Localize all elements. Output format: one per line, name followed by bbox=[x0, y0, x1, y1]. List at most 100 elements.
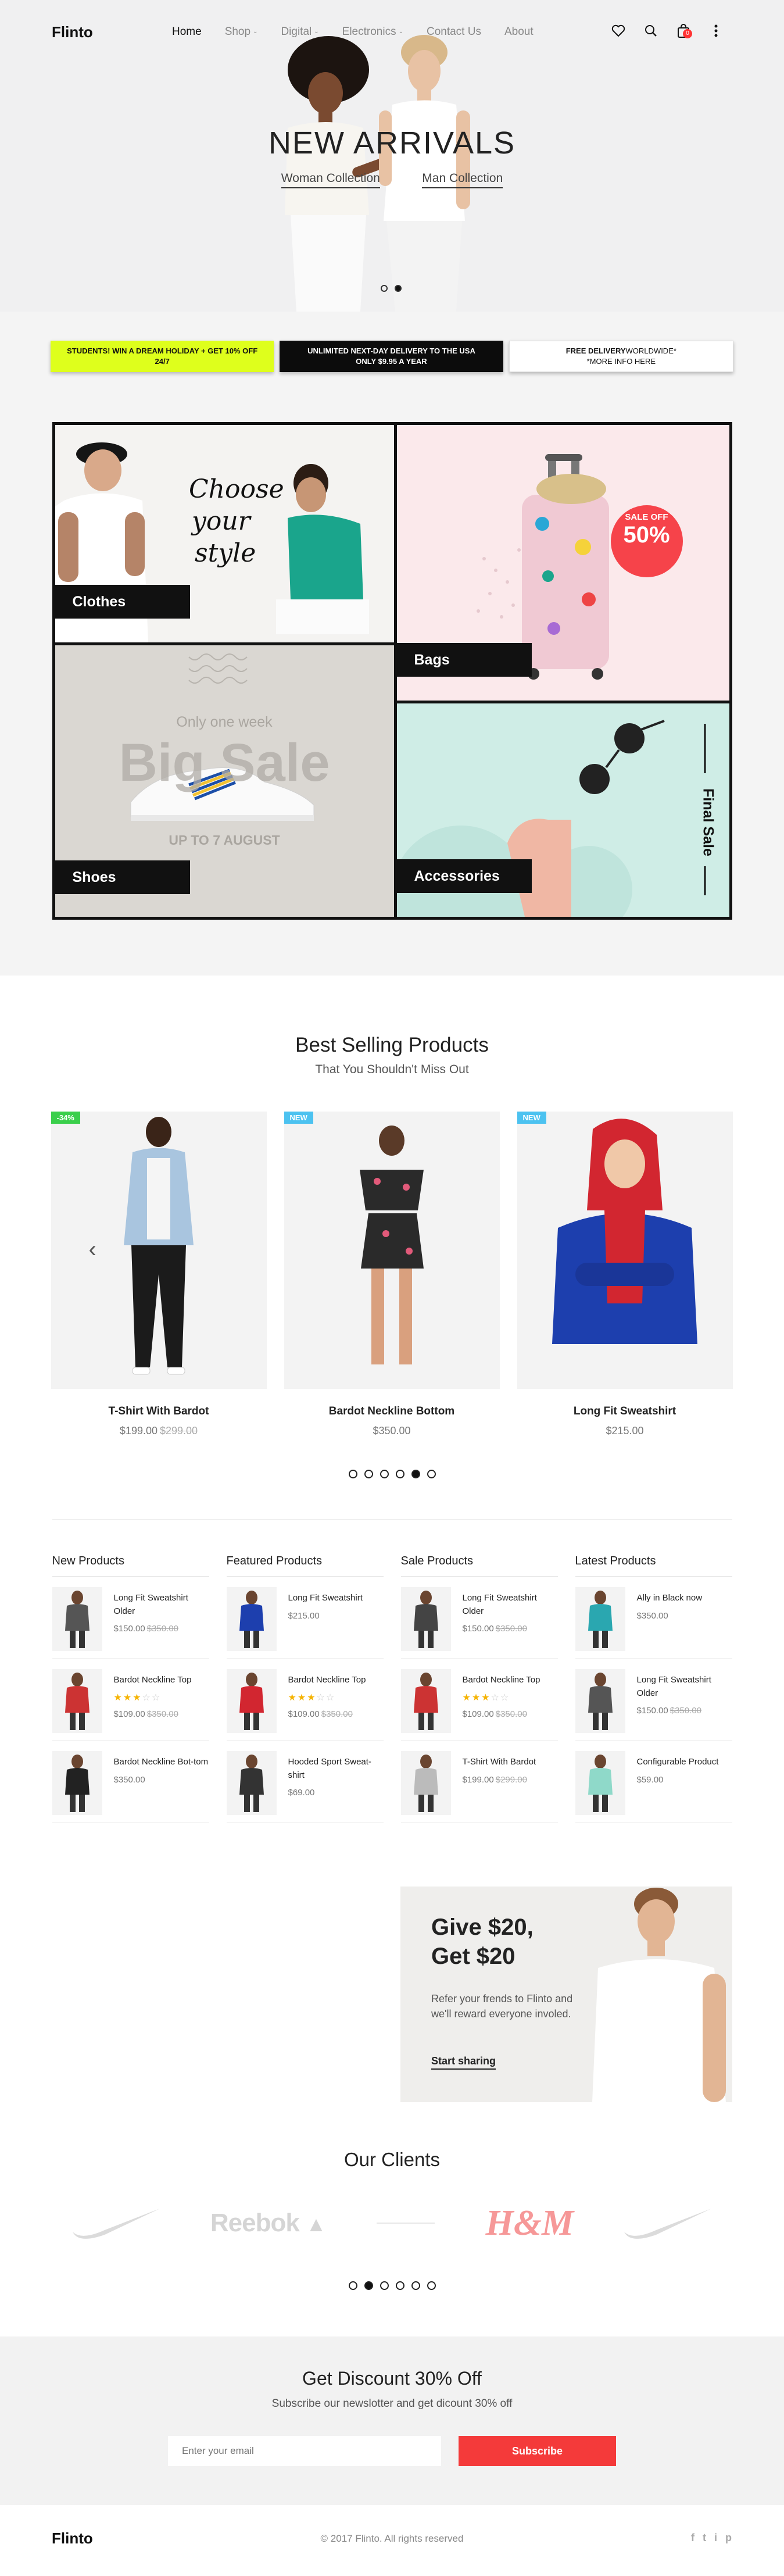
product-image[interactable]: NEW bbox=[517, 1112, 733, 1389]
list-item[interactable]: Long Fit Sweatshirt $215.00 bbox=[226, 1577, 384, 1659]
promo-students[interactable]: STUDENTS! WIN A DREAM HOLIDAY + GET 10% … bbox=[51, 341, 274, 372]
list-item[interactable]: Hooded Sport Sweat-shirt $69.00 bbox=[226, 1741, 384, 1823]
category-clothes[interactable]: Choose your style Clothes bbox=[55, 425, 394, 642]
heart-icon[interactable] bbox=[610, 22, 627, 40]
slider-dot[interactable] bbox=[381, 285, 388, 292]
product-image[interactable]: NEW bbox=[284, 1112, 500, 1389]
product-card[interactable]: -34% T-Shirt With Bardot $199.00 $299.00 bbox=[51, 1112, 267, 1437]
chevron-left-icon[interactable]: ‹ bbox=[89, 1237, 96, 1263]
list-item-image[interactable] bbox=[400, 1669, 451, 1733]
email-input[interactable] bbox=[168, 2436, 441, 2466]
list-item-name[interactable]: Ally in Black now bbox=[637, 1592, 703, 1605]
category-label-clothes[interactable]: Clothes bbox=[55, 585, 190, 619]
carousel-dot[interactable] bbox=[427, 2281, 436, 2290]
twitter-icon[interactable]: t bbox=[703, 2532, 706, 2544]
list-item[interactable]: Long Fit Sweatshirt Older $150.00 $350.00 bbox=[575, 1659, 732, 1741]
facebook-icon[interactable]: f bbox=[691, 2532, 694, 2544]
list-item-image[interactable] bbox=[52, 1669, 102, 1733]
category-label-bags[interactable]: Bags bbox=[396, 643, 532, 677]
list-item[interactable]: Long Fit Sweatshirt Older $150.00 $350.00 bbox=[52, 1577, 209, 1659]
category-shoes[interactable]: Only one week Big Sale UP TO 7 AUGUST Sh… bbox=[55, 645, 394, 917]
subscribe-button[interactable]: Subscribe bbox=[459, 2436, 616, 2466]
search-icon[interactable] bbox=[642, 22, 660, 40]
list-item-image[interactable] bbox=[226, 1751, 277, 1815]
list-item-name[interactable]: T-Shirt With Bardot bbox=[463, 1756, 536, 1769]
list-item-name[interactable]: Long Fit Sweatshirt bbox=[288, 1592, 363, 1605]
promo-free-delivery[interactable]: FREE DELIVERYWORLDWIDE* *MORE INFO HERE bbox=[509, 341, 733, 372]
product-name[interactable]: T-Shirt With Bardot bbox=[51, 1405, 267, 1418]
list-item-name[interactable]: Long Fit Sweatshirt Older bbox=[637, 1674, 732, 1700]
start-sharing-link[interactable]: Start sharing bbox=[431, 2055, 496, 2070]
list-item-name[interactable]: Bardot Neckline Top bbox=[288, 1674, 366, 1687]
carousel-dot[interactable] bbox=[364, 1470, 373, 1478]
list-item-image[interactable] bbox=[400, 1751, 451, 1815]
list-item[interactable]: Bardot Neckline Top ★★★☆☆ $109.00 $350.00 bbox=[52, 1659, 209, 1741]
slider-dot-active[interactable] bbox=[395, 285, 402, 292]
carousel-dot-active[interactable] bbox=[364, 2281, 373, 2290]
carousel-dot[interactable] bbox=[427, 1470, 436, 1478]
list-item-name[interactable]: Bardot Neckline Top bbox=[463, 1674, 540, 1687]
sale-percent: 50% bbox=[623, 522, 670, 548]
list-item[interactable]: Bardot Neckline Top ★★★☆☆ $109.00 $350.00 bbox=[226, 1659, 384, 1741]
price-current: $350.00 bbox=[636, 1610, 668, 1621]
list-item[interactable]: T-Shirt With Bardot $199.00 $299.00 bbox=[400, 1741, 558, 1823]
more-vertical-icon[interactable] bbox=[707, 22, 725, 40]
list-item-image[interactable] bbox=[400, 1587, 451, 1651]
product-name[interactable]: Bardot Neckline Bottom bbox=[284, 1405, 500, 1418]
carousel-dot[interactable] bbox=[348, 1470, 357, 1478]
carousel-dot[interactable] bbox=[380, 2281, 389, 2290]
list-item-name[interactable]: Hooded Sport Sweat-shirt bbox=[288, 1756, 384, 1782]
list-item-image[interactable] bbox=[575, 1587, 625, 1651]
category-bags[interactable]: SALE OFF 50% Bags bbox=[396, 425, 729, 701]
nav-digital[interactable]: Digital ⌄ bbox=[281, 26, 318, 38]
product-card[interactable]: NEW Bardot Neckline Bottom $350.00 bbox=[284, 1112, 500, 1437]
list-item[interactable]: Ally in Black now $350.00 bbox=[575, 1577, 732, 1659]
site-header: Flinto Home Shop ⌄ Digital ⌄ Electronics ⌄ … bbox=[0, 0, 784, 64]
list-item[interactable]: Long Fit Sweatshirt Older $150.00 $350.00 bbox=[400, 1577, 558, 1659]
pinterest-icon[interactable]: p bbox=[725, 2532, 732, 2544]
carousel-dot-active[interactable] bbox=[411, 1470, 420, 1478]
nav-contact[interactable]: Contact Us bbox=[427, 26, 481, 38]
list-item[interactable]: Bardot Neckline Bot-tom $350.00 bbox=[52, 1741, 209, 1823]
instagram-icon[interactable]: i bbox=[714, 2532, 717, 2544]
reebok-logo[interactable]: Reebok ▲ bbox=[210, 2209, 327, 2238]
carousel-dot[interactable] bbox=[411, 2281, 420, 2290]
list-item-name[interactable]: Bardot Neckline Top bbox=[114, 1674, 192, 1687]
woman-collection-link[interactable]: Woman Collection bbox=[281, 172, 380, 188]
list-item-name[interactable]: Long Fit Sweatshirt Older bbox=[463, 1592, 558, 1618]
nike-logo[interactable] bbox=[621, 2206, 714, 2241]
cart-icon[interactable]: 0 bbox=[675, 22, 692, 40]
list-item[interactable]: Configurable Product $59.00 bbox=[575, 1741, 732, 1823]
list-item[interactable]: Bardot Neckline Top ★★★☆☆ $109.00 $350.00 bbox=[400, 1659, 558, 1741]
carousel-dot[interactable] bbox=[395, 1470, 404, 1478]
hm-logo[interactable]: H&M bbox=[486, 2203, 574, 2244]
product-name[interactable]: Long Fit Sweatshirt bbox=[517, 1405, 733, 1418]
client-logo[interactable] bbox=[374, 2217, 438, 2229]
site-logo[interactable]: Flinto bbox=[52, 23, 93, 41]
product-card[interactable]: NEW Long Fit Sweatshirt $215.00 bbox=[517, 1112, 733, 1437]
list-item-name[interactable]: Configurable Product bbox=[637, 1756, 719, 1769]
nav-shop[interactable]: Shop ⌄ bbox=[225, 26, 258, 38]
list-item-image[interactable] bbox=[575, 1669, 625, 1733]
carousel-dot[interactable] bbox=[395, 2281, 404, 2290]
list-item-name[interactable]: Bardot Neckline Bot-tom bbox=[114, 1756, 209, 1769]
list-item-image[interactable] bbox=[52, 1587, 102, 1651]
list-item-price: $215.00 bbox=[288, 1611, 363, 1621]
nav-home[interactable]: Home bbox=[172, 26, 202, 38]
list-item-image[interactable] bbox=[52, 1751, 102, 1815]
list-item-image[interactable] bbox=[226, 1587, 277, 1651]
nav-electronics[interactable]: Electronics ⌄ bbox=[342, 26, 403, 38]
nike-logo[interactable] bbox=[70, 2206, 163, 2241]
category-label-accessories[interactable]: Accessories bbox=[396, 859, 532, 893]
list-item-name[interactable]: Long Fit Sweatshirt Older bbox=[114, 1592, 209, 1618]
nav-about[interactable]: About bbox=[504, 26, 534, 38]
list-item-image[interactable] bbox=[575, 1751, 625, 1815]
carousel-dot[interactable] bbox=[348, 2281, 357, 2290]
category-label-shoes[interactable]: Shoes bbox=[55, 860, 190, 894]
list-item-image[interactable] bbox=[226, 1669, 277, 1733]
carousel-dot[interactable] bbox=[380, 1470, 389, 1478]
category-accessories[interactable]: Final Sale Accessories bbox=[396, 703, 729, 917]
man-collection-link[interactable]: Man Collection bbox=[422, 172, 503, 188]
promo-delivery[interactable]: UNLIMITED NEXT-DAY DELIVERY TO THE USA O… bbox=[280, 341, 503, 372]
product-image[interactable]: -34% bbox=[51, 1112, 267, 1389]
